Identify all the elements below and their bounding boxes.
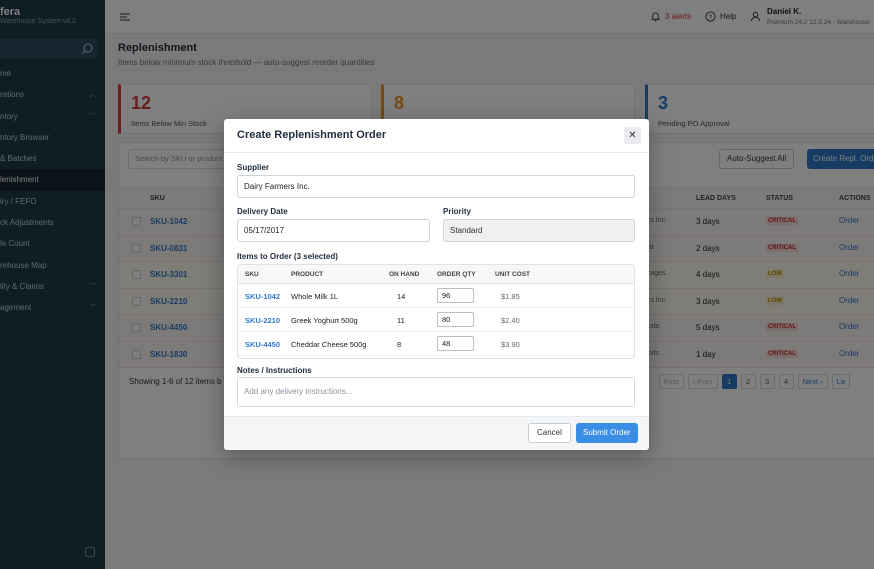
item-unit-cost: $1.85 — [501, 292, 520, 301]
order-qty-input[interactable]: 80 — [437, 312, 474, 327]
items-table: SKU PRODUCT ON HAND ORDER QTY UNIT COST … — [237, 264, 635, 359]
modal-header: Create Replenishment Order ✕ — [224, 119, 649, 153]
modal-footer: Cancel Submit Order — [224, 416, 649, 450]
modal-title: Create Replenishment Order — [237, 129, 387, 141]
col-product: PRODUCT — [291, 271, 324, 278]
notes-label: Notes / Instructions — [237, 366, 312, 375]
item-product: Whole Milk 1L — [291, 292, 339, 301]
create-replenishment-modal: Create Replenishment Order ✕ Supplier Da… — [224, 119, 649, 450]
close-icon[interactable]: ✕ — [624, 127, 641, 144]
item-product: Cheddar Cheese 500g — [291, 340, 367, 349]
item-unit-cost: $3.90 — [501, 340, 520, 349]
delivery-date-label: Delivery Date — [237, 207, 288, 216]
supplier-field[interactable]: Dairy Farmers Inc. — [237, 175, 635, 198]
supplier-label: Supplier — [237, 163, 270, 172]
delivery-date-field[interactable]: 05/17/2017 — [237, 219, 430, 242]
cancel-button[interactable]: Cancel — [528, 423, 571, 443]
col-on-hand: ON HAND — [389, 271, 420, 278]
item-sku-link[interactable]: SKU-4450 — [245, 340, 280, 349]
items-table-header: SKU PRODUCT ON HAND ORDER QTY UNIT COST — [238, 265, 634, 284]
col-order-qty: ORDER QTY — [437, 271, 476, 278]
item-on-hand: 14 — [397, 292, 406, 301]
priority-field[interactable]: Standard — [443, 219, 635, 242]
item-on-hand: 11 — [397, 316, 405, 325]
item-unit-cost: $2.40 — [501, 316, 520, 325]
item-sku-link[interactable]: SKU-2210 — [245, 316, 280, 325]
item-sku-link[interactable]: SKU-1042 — [245, 292, 280, 301]
order-qty-input[interactable]: 96 — [437, 288, 474, 303]
item-on-hand: 8 — [397, 340, 402, 349]
item-row: SKU-4450 Cheddar Cheese 500g 8 48 $3.90 — [238, 332, 634, 356]
submit-order-button[interactable]: Submit Order — [576, 423, 638, 443]
notes-textarea[interactable]: Add any delivery instructions... — [237, 377, 635, 407]
col-sku: SKU — [245, 271, 259, 278]
item-row: SKU-1042 Whole Milk 1L 14 96 $1.85 — [238, 284, 634, 308]
item-product: Greek Yoghurt 500g — [291, 316, 358, 325]
col-unit-cost: UNIT COST — [495, 271, 531, 278]
order-qty-input[interactable]: 48 — [437, 336, 474, 351]
item-row: SKU-2210 Greek Yoghurt 500g 11 80 $2.40 — [238, 308, 634, 332]
items-label: Items to Order (3 selected) — [237, 252, 338, 261]
priority-label: Priority — [443, 207, 472, 216]
